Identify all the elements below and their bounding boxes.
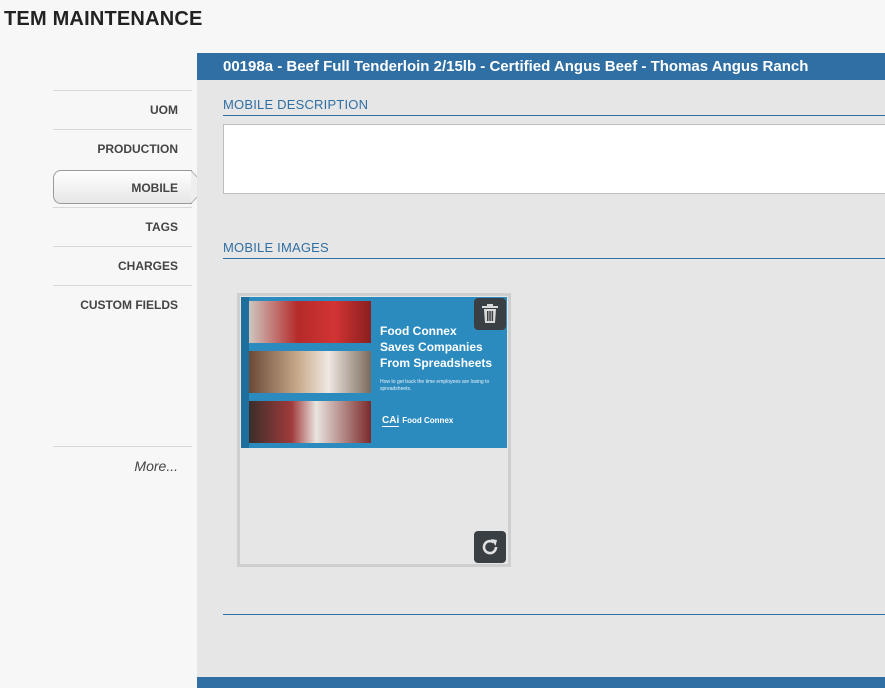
- thumbnail-title-line: From Spreadsheets: [380, 356, 493, 370]
- mobile-image-thumbnail[interactable]: Food Connex Saves Companies From Spreads…: [241, 297, 507, 448]
- thumbnail-stripe: [241, 297, 249, 448]
- thumbnail-title: Food Connex Saves Companies From Spreads…: [380, 323, 507, 371]
- page-title: TEM MAINTENANCE: [4, 8, 203, 30]
- thumbnail-photo: [249, 301, 371, 343]
- more-link[interactable]: More...: [53, 458, 178, 474]
- thumbnail-logo: CAi Food Connex: [382, 415, 454, 427]
- thumbnail-title-line: Saves Companies: [380, 340, 483, 354]
- sidebar-item-custom-fields[interactable]: CUSTOM FIELDS: [53, 285, 192, 324]
- thumbnail-photo: [249, 401, 371, 443]
- sidebar-item-charges[interactable]: CHARGES: [53, 246, 192, 285]
- logo-text: Food Connex: [402, 416, 454, 425]
- sidebar-item-label: TAGS: [145, 220, 178, 234]
- sidebar-item-uom[interactable]: UOM: [53, 90, 192, 129]
- sidebar-nav: UOM PRODUCTION MOBILE TAGS CHARGES CUSTO…: [53, 90, 207, 324]
- mobile-description-label: MOBILE DESCRIPTION: [223, 97, 369, 112]
- sidebar-divider: [53, 446, 192, 447]
- rotate-image-button[interactable]: [474, 531, 506, 563]
- sidebar-item-label: CHARGES: [117, 259, 178, 273]
- logo-mark: CAi: [382, 415, 400, 427]
- sidebar-item-label: CUSTOM FIELDS: [80, 298, 178, 312]
- delete-image-button[interactable]: [474, 298, 506, 330]
- mobile-image-card: Food Connex Saves Companies From Spreads…: [237, 293, 511, 567]
- sidebar-item-label: UOM: [150, 103, 178, 117]
- thumbnail-photo: [249, 351, 371, 393]
- rotate-icon: [482, 539, 498, 555]
- section-divider: [223, 614, 885, 615]
- footer-bar: [197, 677, 885, 688]
- main-panel: 00198a - Beef Full Tenderloin 2/15lb - C…: [197, 53, 885, 688]
- trash-icon: [482, 304, 498, 323]
- sidebar-item-tags[interactable]: TAGS: [53, 207, 192, 246]
- section-divider: [223, 115, 885, 116]
- sidebar-item-label: PRODUCTION: [97, 142, 178, 156]
- mobile-images-label: MOBILE IMAGES: [223, 240, 329, 255]
- sidebar-item-production[interactable]: PRODUCTION: [53, 129, 192, 168]
- thumbnail-subtitle: How to get back the time employees are l…: [380, 379, 490, 392]
- section-divider: [223, 258, 885, 259]
- item-header: 00198a - Beef Full Tenderloin 2/15lb - C…: [197, 53, 885, 80]
- sidebar-item-label: MOBILE: [131, 180, 178, 195]
- mobile-description-input[interactable]: [223, 124, 885, 194]
- sidebar-item-mobile[interactable]: MOBILE: [53, 168, 207, 207]
